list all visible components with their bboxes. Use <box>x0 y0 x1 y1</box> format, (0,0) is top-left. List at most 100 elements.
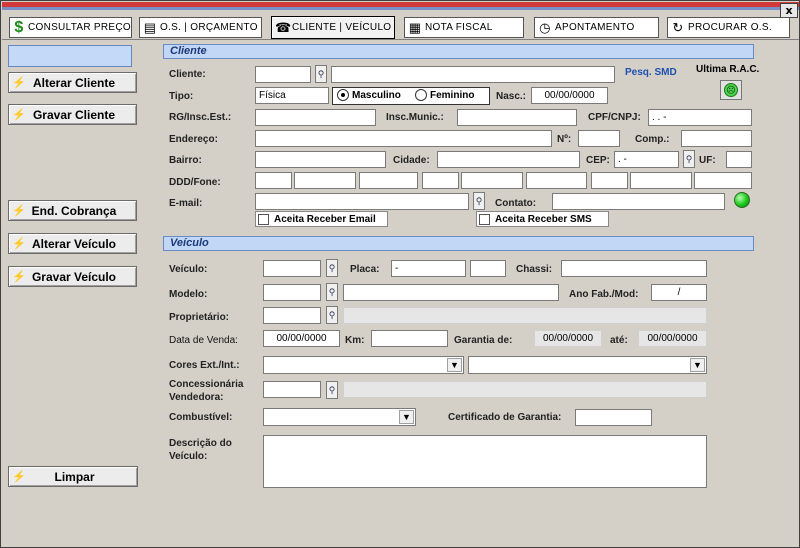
certificado-input[interactable] <box>575 409 652 426</box>
limpar-button[interactable]: ⚡ Limpar <box>8 466 138 487</box>
tab-label: CLIENTE | VEÍCULO <box>292 22 392 33</box>
ano-label: Ano Fab./Mod: <box>569 289 639 300</box>
veiculo-lookup-icon[interactable]: ⚲ <box>326 259 338 277</box>
nasc-input[interactable]: 00/00/0000 <box>531 87 608 104</box>
tab-divider <box>2 39 799 40</box>
chevron-down-icon[interactable]: ▼ <box>447 358 462 372</box>
aceita-sms-checkbox[interactable]: Aceita Receber SMS <box>476 211 609 227</box>
modelo-label: Modelo: <box>169 289 208 300</box>
placa-input-2[interactable] <box>470 260 506 277</box>
tab-nota-fiscal[interactable]: ▦ NOTA FISCAL <box>404 17 524 38</box>
uf-label: UF: <box>699 155 716 166</box>
email-input[interactable] <box>255 193 469 210</box>
masculino-radio[interactable]: Masculino <box>337 89 401 101</box>
modelo-name-input[interactable] <box>343 284 559 301</box>
chevron-down-icon[interactable]: ▼ <box>690 358 705 372</box>
comp-label: Comp.: <box>635 134 670 145</box>
gravar-cliente-button[interactable]: ⚡ Gravar Cliente <box>8 104 137 125</box>
button-label: Alterar Cliente <box>32 75 116 90</box>
end-cobranca-button[interactable]: ⚡ End. Cobrança <box>8 200 137 221</box>
ano-input[interactable]: / <box>651 284 707 301</box>
gravar-veiculo-button[interactable]: ⚡ Gravar Veículo <box>8 266 137 287</box>
cliente-name-input[interactable] <box>331 66 615 83</box>
contato-input[interactable] <box>552 193 725 210</box>
tab-consultar-preco[interactable]: $ CONSULTAR PREÇO <box>9 17 132 38</box>
modelo-code-input[interactable] <box>263 284 321 301</box>
insc-munic-label: Insc.Munic.: <box>386 112 444 123</box>
ddd-input-3[interactable] <box>461 172 523 189</box>
cidade-label: Cidade: <box>393 155 430 166</box>
close-button[interactable]: x <box>780 3 798 18</box>
cliente-lookup-icon[interactable]: ⚲ <box>315 65 327 83</box>
aceita-email-checkbox[interactable]: Aceita Receber Email <box>255 211 388 227</box>
tab-os-orcamento[interactable]: ▤ O.S. | ORÇAMENTO <box>139 17 262 38</box>
alterar-cliente-button[interactable]: ⚡ Alterar Cliente <box>8 72 137 93</box>
ultima-rac-label: Ultima R.A.C. <box>696 64 760 75</box>
descricao-label-2: Veículo: <box>169 451 208 462</box>
clock-icon: ◷ <box>539 20 551 35</box>
ddd-input-4[interactable] <box>591 172 628 189</box>
cor-externa-select[interactable]: ▼ <box>263 356 464 374</box>
proprietario-label: Proprietário: <box>169 312 230 323</box>
alterar-veiculo-button[interactable]: ⚡ Alterar Veículo <box>8 233 137 254</box>
rac-status-button[interactable]: ☹ <box>720 80 742 100</box>
cor-interna-select[interactable]: ▼ <box>468 356 707 374</box>
combustivel-select[interactable]: ▼ <box>263 408 416 426</box>
endereco-input[interactable] <box>255 130 552 147</box>
feminino-radio[interactable]: Feminino <box>415 89 474 101</box>
chassi-input[interactable] <box>561 260 707 277</box>
email-lookup-icon[interactable]: ⚲ <box>473 192 485 210</box>
placa-input-1[interactable]: - <box>391 260 466 277</box>
checkbox-box <box>258 213 269 225</box>
tab-cliente-veiculo[interactable]: ☎ CLIENTE | VEÍCULO <box>271 16 395 39</box>
rg-input[interactable] <box>255 109 376 126</box>
ddd-input-2[interactable] <box>359 172 418 189</box>
bairro-input[interactable] <box>255 151 386 168</box>
tab-apontamento[interactable]: ◷ APONTAMENTO <box>534 17 659 38</box>
cidade-input[interactable] <box>437 151 580 168</box>
modelo-lookup-icon[interactable]: ⚲ <box>326 283 338 301</box>
concessionaria-code-input[interactable] <box>263 381 321 398</box>
uf-input[interactable] <box>726 151 752 168</box>
veiculo-input[interactable] <box>263 260 321 277</box>
numero-input[interactable] <box>578 130 620 147</box>
proprietario-lookup-icon[interactable]: ⚲ <box>326 306 338 324</box>
email-label: E-mail: <box>169 198 203 209</box>
button-label: Gravar Veículo <box>31 269 117 284</box>
ate-field: 00/00/0000 <box>638 330 707 347</box>
descricao-label: Descrição do <box>169 438 232 449</box>
fone-input-5[interactable] <box>694 172 752 189</box>
fone-input-1[interactable] <box>294 172 356 189</box>
cep-input[interactable]: . - <box>614 151 679 168</box>
fone-input-3[interactable] <box>526 172 587 189</box>
comp-input[interactable] <box>681 130 752 147</box>
chevron-down-icon[interactable]: ▼ <box>399 410 414 424</box>
main-window: x $ CONSULTAR PREÇO ▤ O.S. | ORÇAMENTO ☎… <box>0 0 800 548</box>
cep-lookup-icon[interactable]: ⚲ <box>683 150 695 168</box>
refresh-icon: ↻ <box>672 20 684 35</box>
sidebar-info-box <box>8 45 132 67</box>
concessionaria-lookup-icon[interactable]: ⚲ <box>326 381 338 399</box>
button-label: End. Cobrança <box>31 203 117 218</box>
ddd-label: DDD/Fone: <box>169 177 221 188</box>
ddd-input-1[interactable] <box>255 172 292 189</box>
button-label: Alterar Veículo <box>31 236 117 251</box>
placa-label: Placa: <box>350 264 380 275</box>
cep-label: CEP: <box>586 155 610 166</box>
garantia-de-label: Garantia de: <box>454 335 513 346</box>
insc-munic-input[interactable] <box>457 109 577 126</box>
data-venda-input[interactable]: 00/00/0000 <box>263 330 340 347</box>
fone-input-4[interactable] <box>630 172 692 189</box>
fone-input-2[interactable] <box>422 172 459 189</box>
tipo-field[interactable]: Física <box>255 87 329 104</box>
km-input[interactable] <box>371 330 448 347</box>
status-led-icon <box>734 192 750 208</box>
descricao-textarea[interactable] <box>263 435 707 488</box>
document-icon: ▤ <box>143 20 157 35</box>
title-strip-lower <box>2 7 799 10</box>
cpf-input[interactable]: . . - <box>648 109 752 126</box>
pesq-smd-link[interactable]: Pesq. SMD <box>625 67 677 78</box>
proprietario-code-input[interactable] <box>263 307 321 324</box>
cliente-code-input[interactable] <box>255 66 311 83</box>
tab-procurar-os[interactable]: ↻ PROCURAR O.S. <box>667 17 790 38</box>
